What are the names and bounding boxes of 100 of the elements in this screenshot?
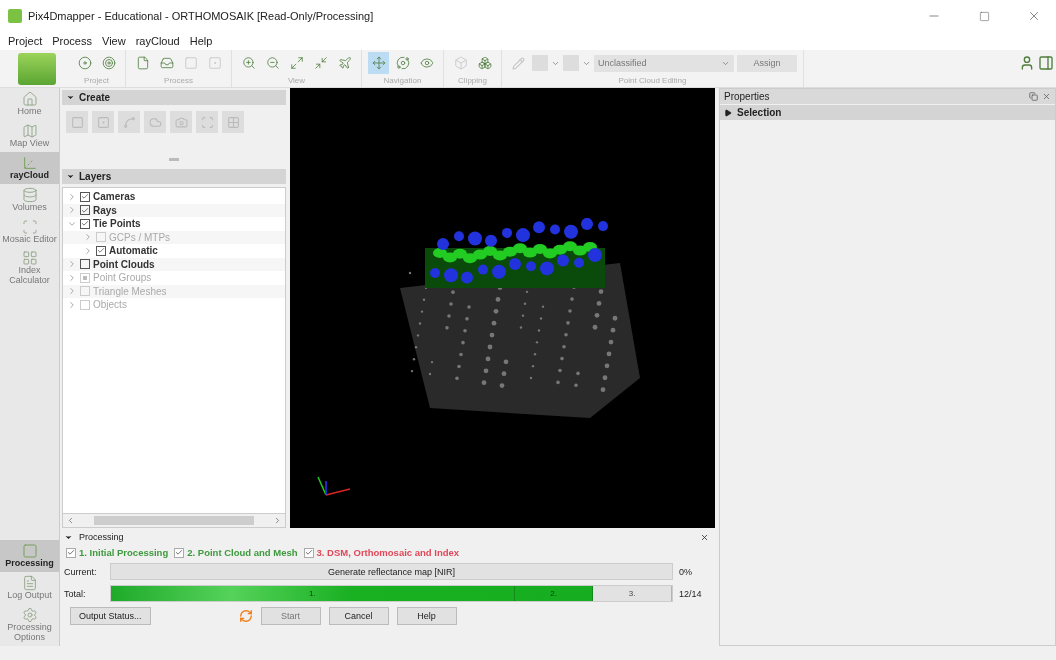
expand-icon	[289, 56, 304, 70]
square-icon	[21, 543, 38, 560]
scroll-right-icon[interactable]	[273, 516, 282, 525]
layer-checkbox[interactable]	[80, 191, 90, 202]
create-tool-button[interactable]	[92, 111, 114, 133]
layer-label: Point Groups	[93, 272, 152, 284]
menu-item[interactable]: rayCloud	[135, 35, 180, 47]
splitter-handle[interactable]	[169, 157, 179, 161]
grid-tool-icon	[226, 115, 240, 129]
action-button[interactable]: Output Status...	[70, 607, 151, 625]
orbit-icon	[395, 56, 410, 70]
sync-icon	[238, 609, 253, 623]
maximize-icon	[978, 10, 990, 22]
create-tool-button[interactable]	[196, 111, 218, 133]
panel-icon[interactable]	[1038, 55, 1054, 71]
close-icon[interactable]	[700, 532, 709, 542]
toolbar-group-label: Project	[84, 76, 109, 85]
nav-item[interactable]: Map View	[0, 119, 59, 152]
action-button[interactable]: Help	[396, 607, 457, 625]
layer-label: GCPs / MTPs	[109, 231, 171, 243]
create-tool-button[interactable]	[170, 111, 192, 133]
tray-icon	[159, 56, 174, 70]
step-label: 2. Point Cloud and Mesh	[187, 547, 298, 558]
progress-reading: 12/14	[679, 588, 703, 599]
toolbar-group-label: View	[287, 76, 306, 85]
step-label: 3. DSM, Orthomosaic and Index	[316, 547, 460, 558]
create-tool-button[interactable]	[66, 111, 88, 133]
user-icon[interactable]	[1019, 55, 1035, 71]
action-button[interactable]: Cancel	[328, 607, 389, 625]
toolbar-group-label: Clipping	[458, 76, 487, 85]
layer-label: Triangle Meshes	[93, 285, 167, 297]
menu-item[interactable]: Project	[8, 35, 43, 47]
panel-title: Properties	[724, 91, 770, 102]
gear-icon	[21, 607, 38, 624]
expand-arrow-icon	[724, 108, 732, 117]
layer-label: Objects	[93, 299, 127, 311]
step-checkbox[interactable]	[174, 547, 185, 558]
cylinder-icon	[21, 186, 38, 203]
create-tool-button[interactable]	[144, 111, 166, 133]
toolbar-group-label: Process	[164, 76, 193, 85]
cubes-icon	[477, 56, 492, 70]
pencil-icon	[512, 56, 525, 70]
app-logo[interactable]	[18, 53, 56, 85]
step-checkbox[interactable]	[303, 547, 314, 558]
document-icon	[21, 575, 38, 592]
frame-icon	[21, 218, 38, 235]
layer-checkbox[interactable]	[80, 205, 90, 216]
plane-icon	[337, 56, 352, 70]
close-icon	[1027, 9, 1041, 23]
window-title: Pix4Dmapper - Educational - ORTHOMOSAIK [Read-Only/Processing]	[28, 10, 375, 22]
zoom-in-icon	[241, 56, 256, 70]
menu-item[interactable]: Process	[52, 35, 92, 47]
step-label: 1. Initial Processing	[79, 547, 169, 558]
nav-item[interactable]: Log Output	[0, 572, 59, 605]
create-tool-button[interactable]	[118, 111, 140, 133]
nav-item[interactable]: Processing	[0, 540, 59, 573]
layer-checkbox[interactable]	[80, 218, 90, 229]
layer-label: Rays	[93, 204, 117, 216]
scroll-left-icon[interactable]	[66, 516, 75, 525]
eye-icon	[419, 56, 434, 70]
section-header[interactable]: Layers	[62, 169, 286, 184]
axes-icon	[21, 154, 38, 171]
camera-tool-icon	[174, 115, 188, 129]
close-icon[interactable]	[1042, 92, 1051, 101]
section-header[interactable]: Selection	[720, 105, 1055, 120]
step-number: 2.	[514, 586, 594, 601]
square-tool-icon	[96, 115, 110, 129]
toolbar-button[interactable]	[368, 52, 389, 74]
nav-item[interactable]: Processing Options	[0, 604, 59, 646]
step-checkbox[interactable]	[66, 547, 76, 558]
layer-checkbox[interactable]	[80, 259, 90, 270]
layer-label: Tie Points	[93, 218, 141, 230]
toolbar-group-label: Navigation	[383, 76, 422, 85]
create-tool-button[interactable]	[222, 111, 244, 133]
layer-label: Cameras	[93, 191, 136, 203]
nav-item[interactable]: rayCloud	[0, 151, 59, 184]
current-task: Generate reflectance map [NIR]	[326, 565, 457, 579]
menu-item[interactable]: View	[102, 35, 126, 47]
float-icon[interactable]	[1029, 92, 1038, 101]
layer-label: Point Clouds	[93, 258, 155, 270]
shrink-icon	[313, 56, 328, 70]
current-label: Current:	[64, 566, 98, 577]
layer-checkbox[interactable]	[96, 245, 106, 256]
collapse-arrow-icon	[66, 93, 75, 102]
nav-item[interactable]: Index Calculator	[0, 247, 59, 290]
nav-item[interactable]: Mosaic Editor	[0, 215, 59, 248]
zoom-out-icon	[265, 56, 280, 70]
app-logo	[8, 9, 22, 23]
section-header[interactable]: Create	[62, 90, 286, 105]
nav-item[interactable]: Home	[0, 88, 59, 120]
home-icon	[21, 91, 38, 107]
grid-icon	[21, 250, 38, 267]
menu-item[interactable]: Help	[189, 35, 213, 47]
progress-reading: 0%	[679, 566, 693, 577]
square-icon	[183, 56, 198, 70]
move-icon	[371, 56, 386, 70]
cloud-tool-icon	[148, 115, 162, 129]
nav-item[interactable]: Volumes	[0, 183, 59, 216]
map-icon	[21, 122, 38, 139]
scrollbar[interactable]	[62, 514, 286, 528]
